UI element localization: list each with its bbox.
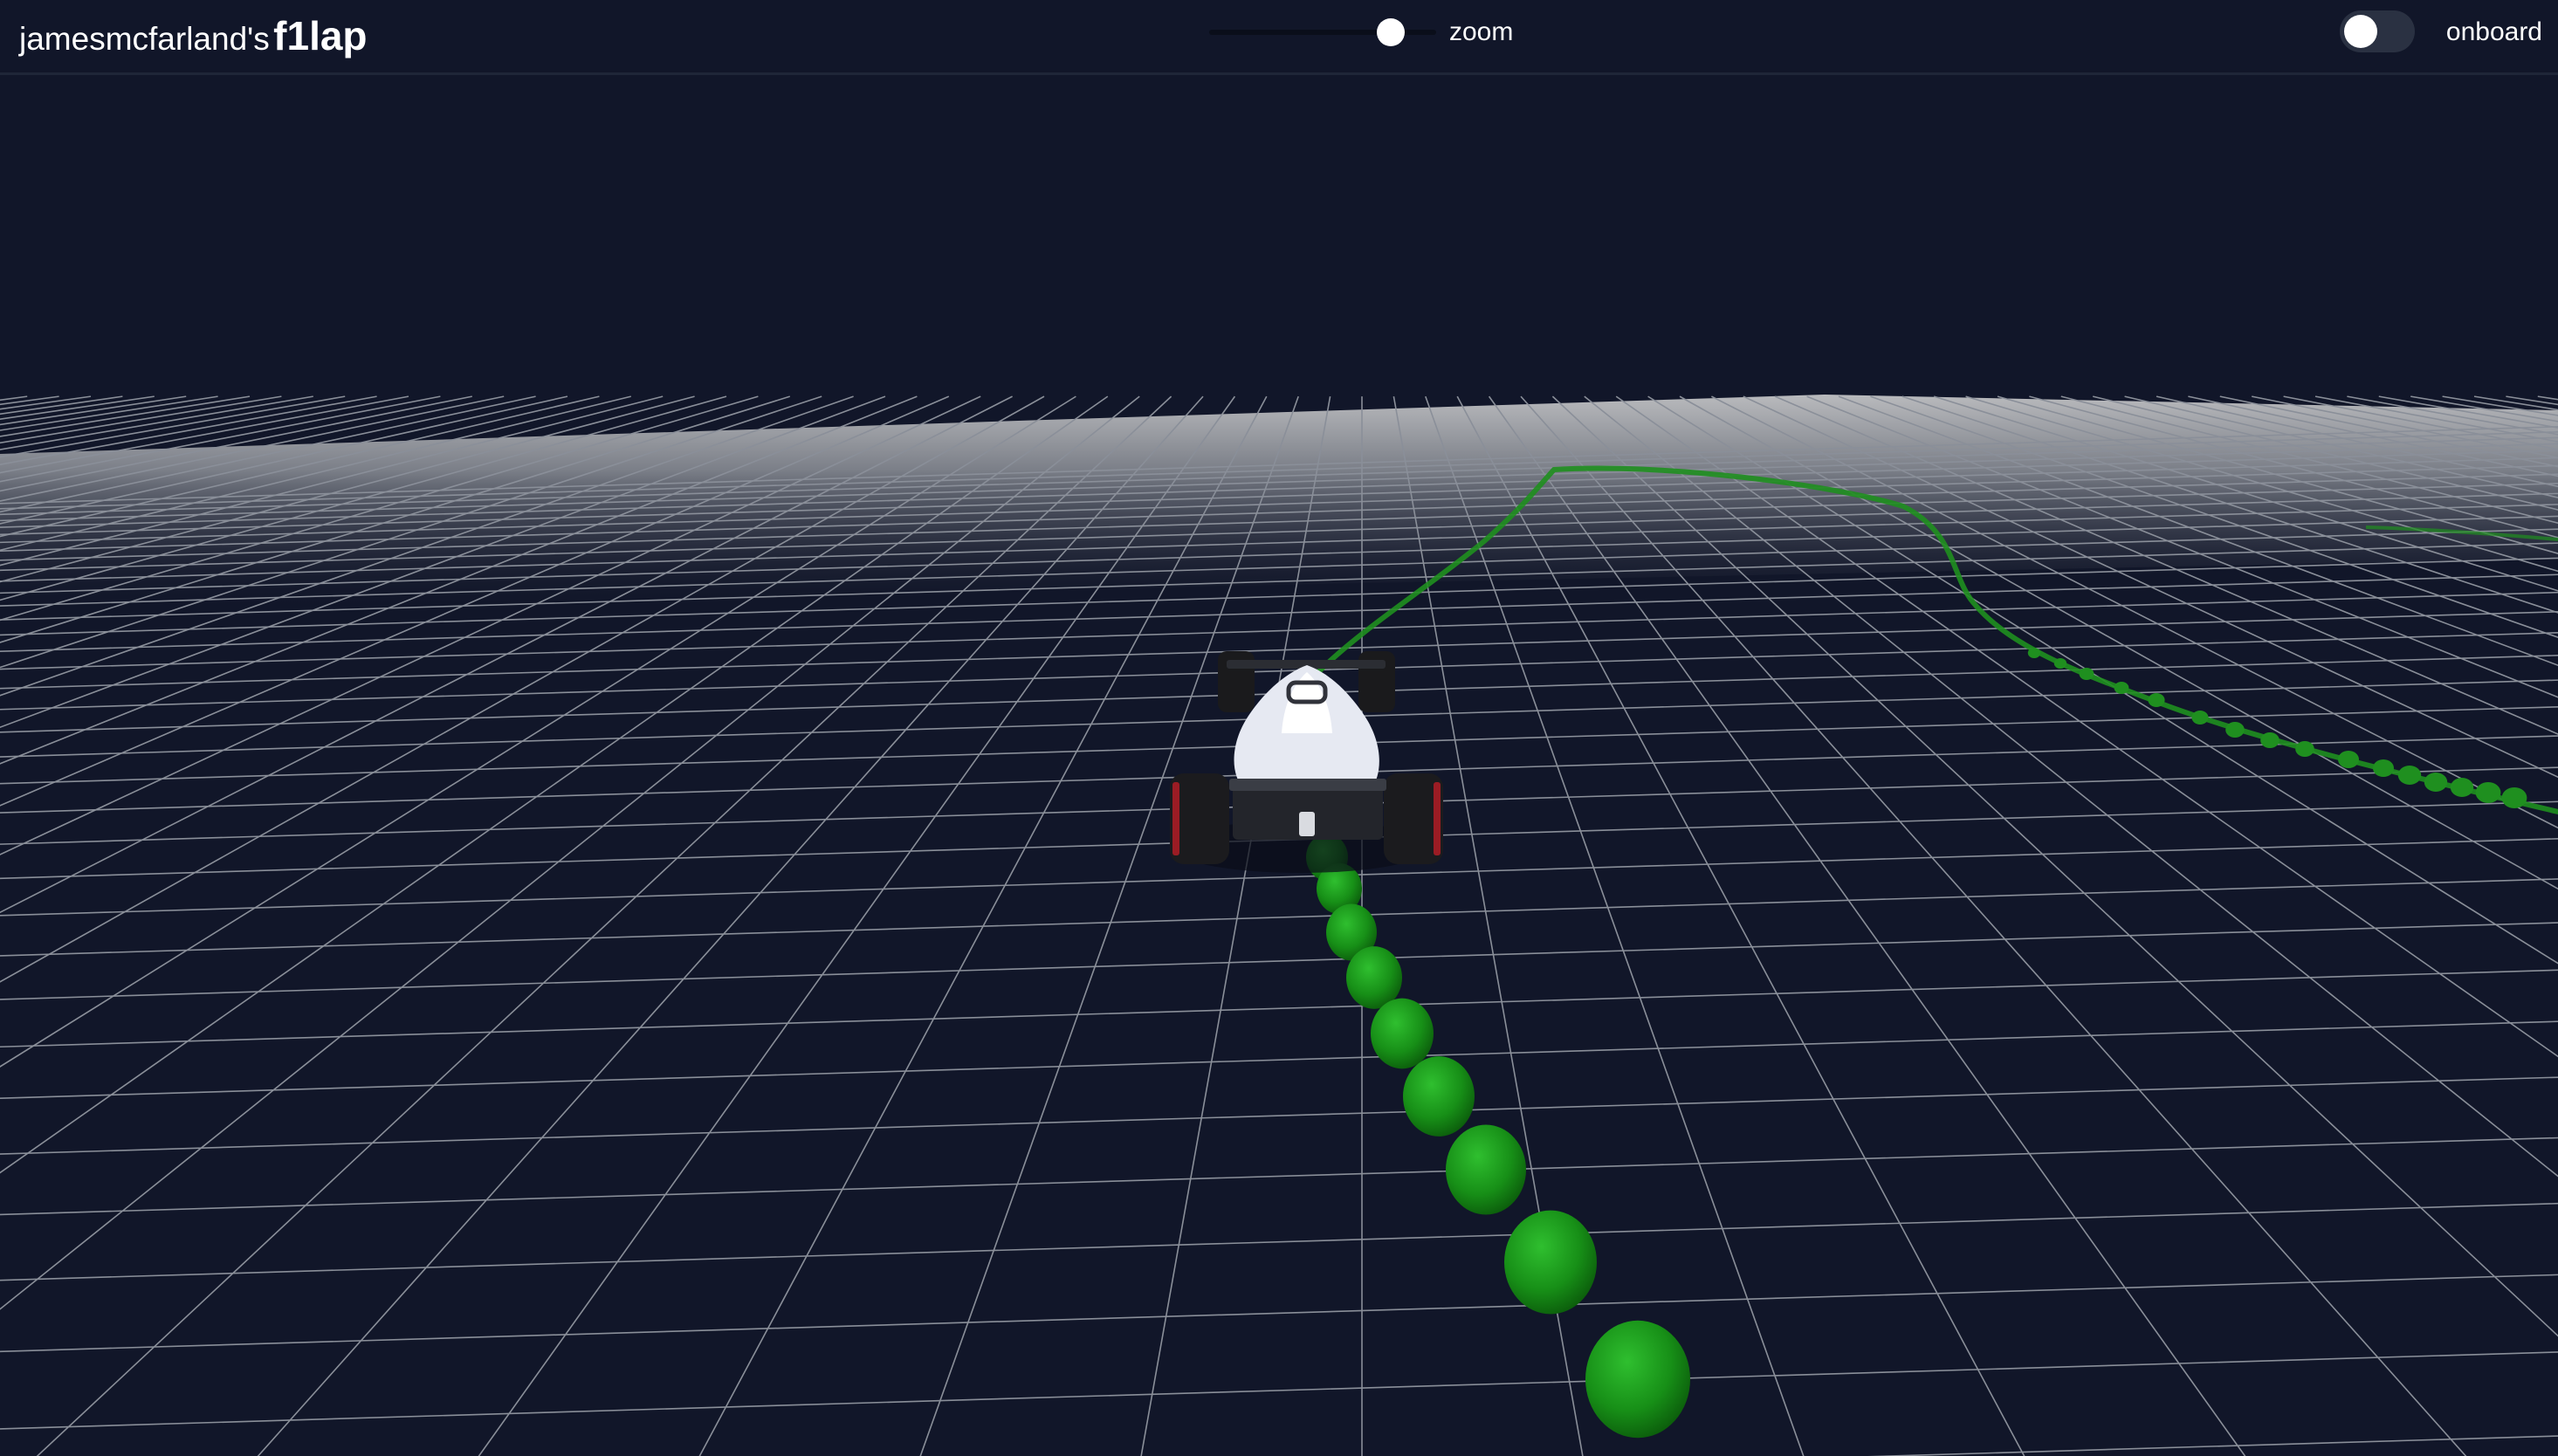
track-marker-sphere-far bbox=[2053, 658, 2067, 669]
track-marker-sphere-far bbox=[2424, 773, 2448, 792]
track-marker-sphere-far bbox=[2191, 711, 2209, 725]
track-marker-sphere-far bbox=[2148, 693, 2165, 707]
track-marker-sphere-far bbox=[2373, 759, 2394, 777]
brand-owner: jamesmcfarland's bbox=[19, 21, 270, 57]
onboard-toggle-knob[interactable] bbox=[2344, 15, 2377, 48]
track-marker-sphere-far bbox=[2079, 668, 2094, 680]
app-brand: jamesmcfarland's f1lap bbox=[19, 12, 368, 59]
brand-app-name: f1lap bbox=[273, 13, 368, 58]
track-marker-sphere-far bbox=[2397, 766, 2422, 785]
onboard-label: onboard bbox=[2445, 17, 2542, 46]
onboard-toggle[interactable] bbox=[2340, 10, 2415, 52]
car-rear-wing bbox=[1229, 779, 1386, 791]
track-marker-sphere-far bbox=[2295, 741, 2314, 757]
3d-viewport[interactable] bbox=[0, 0, 2558, 1456]
track-marker-sphere-far bbox=[2260, 732, 2280, 748]
track-marker-sphere-far bbox=[2501, 787, 2527, 808]
track-marker-sphere-far bbox=[2450, 778, 2474, 797]
track-marker-sphere bbox=[1403, 1056, 1475, 1137]
track-marker-sphere-far bbox=[2475, 782, 2501, 803]
track-marker-sphere bbox=[1446, 1124, 1526, 1215]
car-rear-left-rim bbox=[1172, 782, 1179, 855]
zoom-slider-thumb[interactable] bbox=[1377, 18, 1405, 46]
track-marker-sphere bbox=[1585, 1320, 1690, 1439]
track-marker-sphere bbox=[1504, 1210, 1597, 1315]
track-marker-sphere-far bbox=[2114, 682, 2129, 694]
car-rear-right-rim bbox=[1434, 782, 1441, 855]
track-marker-sphere bbox=[1371, 998, 1434, 1069]
top-bar: jamesmcfarland's f1lap zoom onboard bbox=[0, 0, 2558, 75]
car-rear-light bbox=[1299, 812, 1315, 836]
zoom-label: zoom bbox=[1449, 17, 1514, 46]
track-marker-sphere bbox=[1346, 946, 1402, 1009]
track-marker-sphere-far bbox=[2338, 751, 2359, 768]
track-marker-sphere-far bbox=[2225, 722, 2245, 738]
track-marker-sphere-far bbox=[2027, 648, 2041, 658]
app-root: jamesmcfarland's f1lap zoom onboard bbox=[0, 0, 2558, 1456]
